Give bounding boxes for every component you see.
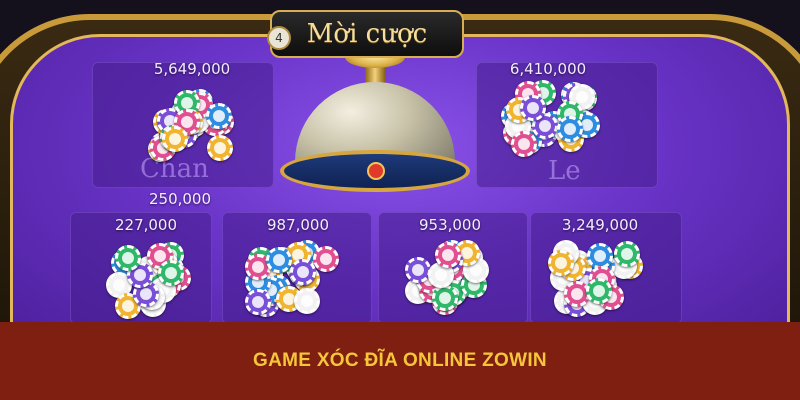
chip-icon: [586, 243, 613, 269]
dome-ruby-ornament: [367, 162, 385, 180]
game-scene: 5,649,000 Chan 250,000 6,410,000 Le 227,…: [0, 0, 800, 322]
chip-icon: [404, 256, 431, 283]
chip-icon: [265, 246, 292, 273]
table-title: Mời cược: [306, 19, 428, 49]
chip-icon: [432, 284, 459, 311]
chip-icon: [585, 277, 612, 304]
bet-total-chan: 5,649,000: [153, 60, 231, 78]
chip-icon: [434, 241, 461, 268]
chip-icon: [245, 288, 272, 315]
zone-label-le: Le: [548, 156, 581, 186]
caption-text: GAME XÓC ĐĨA ONLINE ZOWIN: [253, 350, 547, 371]
bet-total-le: 6,410,000: [509, 60, 587, 78]
title-plate: Mời cược: [270, 10, 464, 58]
chip-icon: [520, 94, 547, 121]
chip-icon: [157, 259, 184, 286]
round-number-badge: 4: [267, 26, 291, 50]
zone-label-chan: Chan: [140, 154, 209, 184]
chip-icon: [115, 244, 142, 271]
bet-total-bottom-4: 3,249,000: [561, 216, 639, 234]
chip-icon: [313, 245, 340, 272]
chip-icon: [206, 135, 233, 162]
bet-total-bottom-3: 953,000: [418, 216, 482, 234]
caption-banner: GAME XÓC ĐĨA ONLINE ZOWIN: [0, 322, 800, 400]
my-bet-chan: 250,000: [148, 190, 212, 208]
bet-total-bottom-2: 987,000: [266, 216, 330, 234]
chip-icon: [290, 258, 317, 285]
bet-total-bottom-1: 227,000: [114, 216, 178, 234]
chip-icon: [206, 102, 233, 129]
chip-icon: [510, 131, 537, 158]
